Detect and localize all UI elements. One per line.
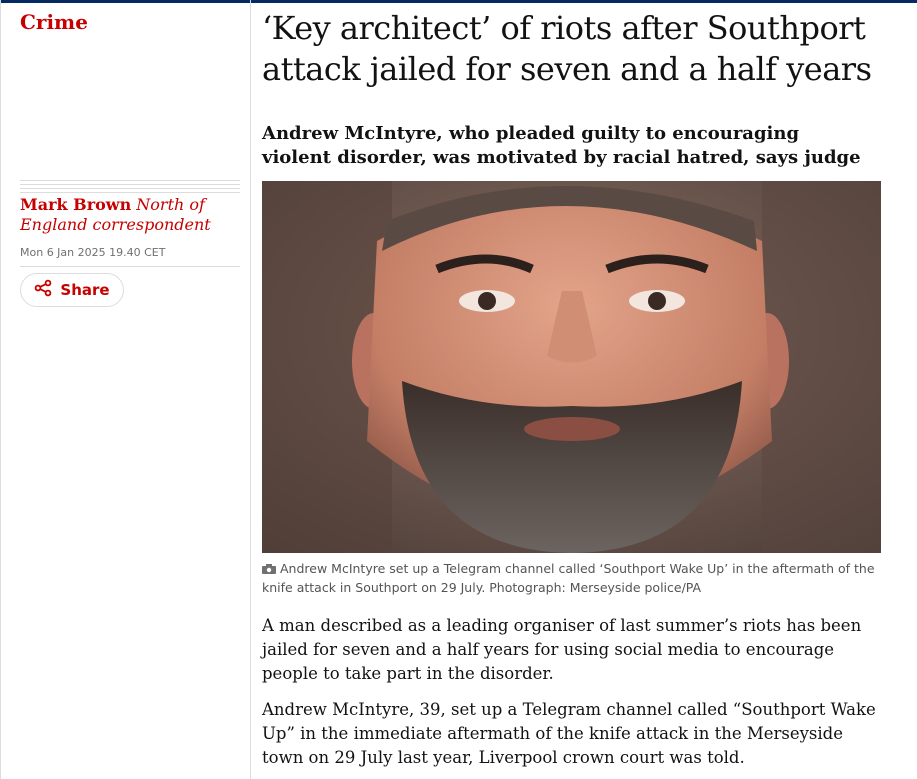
author-link[interactable]: Mark Brown [20,195,131,214]
article-paragraph-2: Andrew McIntyre, 39, set up a Telegram c… [262,700,876,767]
meta-divider [20,266,240,267]
image-caption: Andrew McIntyre set up a Telegram channe… [262,559,887,597]
left-rail-line [0,0,1,779]
section-link-crime[interactable]: Crime [20,10,88,34]
share-button[interactable]: Share [20,273,124,307]
byline-rules [20,180,240,196]
article-main-image [262,181,881,553]
article-standfirst: Andrew McIntyre, who pleaded guilty to e… [262,123,861,168]
share-label: Share [60,281,110,299]
camera-icon [262,560,276,574]
portrait-illustration [262,181,881,553]
dateline: Mon 6 Jan 2025 19.40 CET [20,246,166,259]
article-headline: ‘Key architect’ of riots after Southport… [262,9,872,88]
left-meta-column [0,0,251,779]
byline: Mark Brown North of England corresponden… [20,195,240,235]
share-icon [34,279,52,301]
image-caption-text: Andrew McIntyre set up a Telegram channe… [262,561,875,595]
article-paragraph-1: A man described as a leading organiser o… [262,616,862,683]
